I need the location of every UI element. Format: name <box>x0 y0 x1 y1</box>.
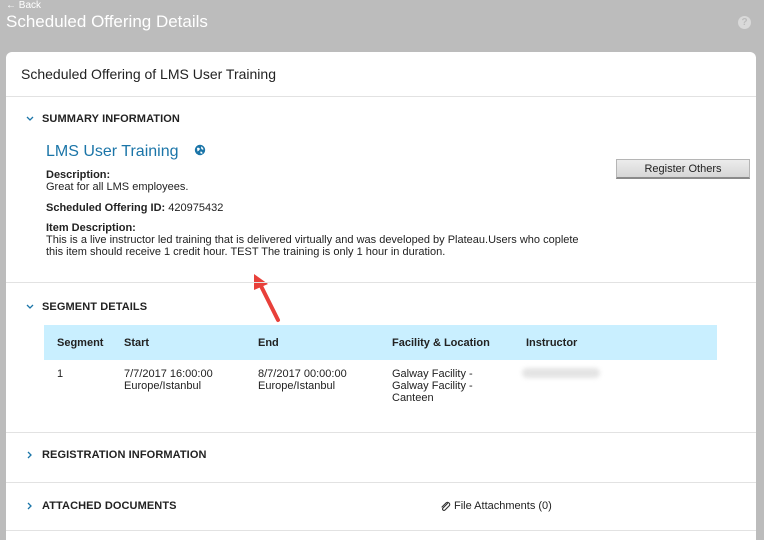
offering-card: Scheduled Offering of LMS User Training … <box>6 52 756 540</box>
divider <box>6 432 756 433</box>
item-description-line-2: this item should receive 1 credit hour. … <box>46 246 446 258</box>
segment-section-label: SEGMENT DETAILS <box>42 301 148 313</box>
top-bar: ← Back Scheduled Offering Details ? <box>0 0 764 52</box>
facility-line-2: Galway Facility - <box>392 380 473 392</box>
chevron-right-icon <box>24 449 36 461</box>
page-title: Scheduled Offering Details <box>6 12 208 31</box>
facility-line-1: Galway Facility - <box>392 368 473 380</box>
divider <box>6 482 756 483</box>
summary-section-toggle[interactable]: SUMMARY INFORMATION <box>24 113 180 125</box>
segment-section-toggle[interactable]: SEGMENT DETAILS <box>24 301 147 313</box>
column-header-segment: Segment <box>57 337 104 349</box>
globe-icon[interactable] <box>194 144 206 156</box>
divider <box>6 96 756 97</box>
offering-id-label: Scheduled Offering ID: <box>46 202 166 214</box>
divider <box>6 530 756 531</box>
chevron-down-icon <box>24 113 36 125</box>
description-text: Great for all LMS employees. <box>46 181 189 193</box>
item-description-label: Item Description: <box>46 222 136 234</box>
start-timezone: Europe/Istanbul <box>124 380 202 392</box>
file-attachments-label: File Attachments (0) <box>454 500 552 512</box>
registration-section-label: REGISTRATION INFORMATION <box>42 449 207 461</box>
register-others-button[interactable]: Register Others <box>616 159 750 179</box>
documents-section-toggle[interactable]: ATTACHED DOCUMENTS <box>24 500 177 512</box>
column-header-end: End <box>258 337 279 349</box>
course-title-link[interactable]: LMS User Training <box>46 143 179 161</box>
facility-line-3: Canteen <box>392 392 434 404</box>
back-link[interactable]: ← Back <box>6 0 41 11</box>
documents-section-label: ATTACHED DOCUMENTS <box>42 500 177 512</box>
paperclip-icon <box>441 501 451 512</box>
instructor-name-redacted <box>522 368 600 378</box>
summary-section-label: SUMMARY INFORMATION <box>42 113 180 125</box>
file-attachments-link[interactable]: File Attachments (0) <box>439 500 552 512</box>
chevron-right-icon <box>24 500 36 512</box>
column-header-facility: Facility & Location <box>392 337 490 349</box>
card-title: Scheduled Offering of LMS User Training <box>21 66 276 82</box>
annotation-arrow-icon <box>254 274 280 322</box>
start-datetime: 7/7/2017 16:00:00 <box>124 368 213 380</box>
item-description-line-1: This is a live instructor led training t… <box>46 234 579 246</box>
end-datetime: 8/7/2017 00:00:00 <box>258 368 347 380</box>
help-icon[interactable]: ? <box>738 16 751 29</box>
divider <box>6 282 756 283</box>
registration-section-toggle[interactable]: REGISTRATION INFORMATION <box>24 449 207 461</box>
column-header-instructor: Instructor <box>526 337 578 349</box>
column-header-start: Start <box>124 337 150 349</box>
end-timezone: Europe/Istanbul <box>258 380 336 392</box>
segment-number: 1 <box>57 368 64 380</box>
chevron-down-icon <box>24 301 36 313</box>
offering-id-value: 420975432 <box>168 202 224 214</box>
offering-id-row: Scheduled Offering ID: 420975432 <box>46 202 223 214</box>
segment-table-header: Segment Start End Facility & Location In… <box>44 325 717 360</box>
description-label: Description: <box>46 169 111 181</box>
